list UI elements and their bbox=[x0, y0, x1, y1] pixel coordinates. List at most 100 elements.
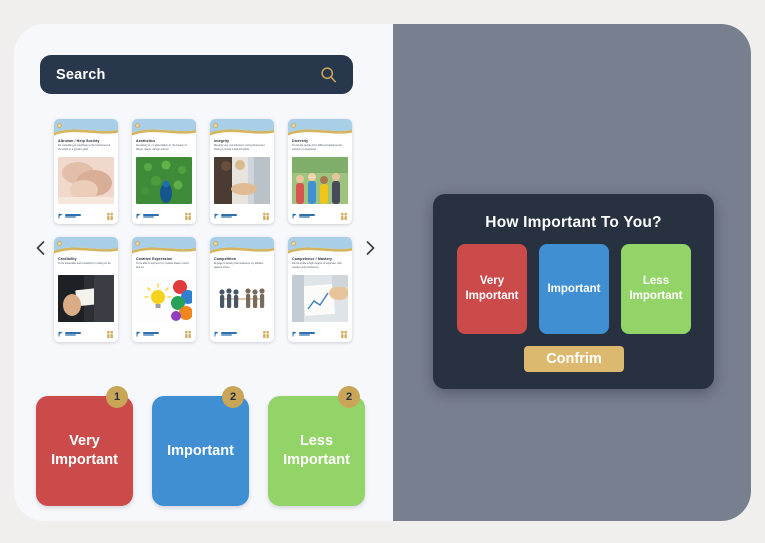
card-footer bbox=[210, 210, 274, 224]
bucket-label: Important bbox=[167, 442, 234, 459]
card-image-peacock bbox=[136, 156, 192, 204]
brand-logo bbox=[292, 331, 315, 337]
people-icon bbox=[340, 330, 348, 338]
card-footer bbox=[54, 210, 118, 224]
search-input[interactable] bbox=[56, 66, 320, 83]
chevron-right-icon[interactable] bbox=[359, 237, 381, 259]
card-title: Aesthetics bbox=[136, 138, 156, 143]
modal-overlay[interactable]: How Important To You? Very Important Impo… bbox=[393, 24, 751, 521]
brand-logo bbox=[214, 213, 237, 219]
value-card[interactable]: Credibility To be believable and trustwo… bbox=[54, 237, 118, 342]
card-image-group-of-people bbox=[292, 156, 348, 204]
card-title: Competence / Mastery bbox=[292, 256, 333, 261]
people-icon bbox=[184, 330, 192, 338]
bucket-count-badge: 2 bbox=[222, 386, 244, 408]
modal-option-group: Very Important Important Less Important bbox=[457, 244, 691, 334]
card-title: Integrity bbox=[214, 138, 230, 143]
option-very-important[interactable]: Very Important bbox=[457, 244, 527, 334]
option-less-important[interactable]: Less Important bbox=[621, 244, 691, 334]
card-image-holding-hands bbox=[58, 156, 114, 204]
brand-logo bbox=[214, 331, 237, 337]
card-description: To include people from different backgro… bbox=[292, 143, 343, 151]
card-logo-mark bbox=[291, 240, 296, 246]
value-card[interactable]: Aesthetics Sensitivity to, or appreciati… bbox=[132, 119, 196, 224]
value-card[interactable]: Competition Engage in activity that meas… bbox=[210, 237, 274, 342]
card-footer bbox=[132, 328, 196, 342]
bucket-drop-zone[interactable]: Less Important bbox=[268, 396, 365, 506]
card-logo-mark bbox=[213, 122, 218, 128]
bucket-count-badge: 2 bbox=[338, 386, 360, 408]
search-bar[interactable] bbox=[40, 55, 353, 94]
people-icon bbox=[262, 330, 270, 338]
bucket-count-badge: 1 bbox=[106, 386, 128, 408]
card-footer bbox=[288, 210, 352, 224]
card-description: To be believable and trustworthy in what… bbox=[58, 261, 111, 265]
card-logo-mark bbox=[213, 240, 218, 246]
bucket-drop-zone[interactable]: Very Important bbox=[36, 396, 133, 506]
card-title: Diversity bbox=[292, 138, 309, 143]
card-footer bbox=[132, 210, 196, 224]
card-image-lightbulb-colors bbox=[136, 274, 192, 322]
bucket-very-important[interactable]: 1 Very Important bbox=[36, 386, 136, 511]
card-footer bbox=[210, 328, 274, 342]
card-logo-mark bbox=[57, 240, 62, 246]
card-description: Do something to contribute to the better… bbox=[58, 143, 111, 151]
card-header-banner bbox=[288, 237, 352, 255]
app-root: Altruism / Help Society Do something to … bbox=[0, 0, 765, 543]
people-icon bbox=[184, 212, 192, 220]
bucket-label: Very Important bbox=[51, 433, 118, 468]
value-card[interactable]: Creative Expression To be able to expres… bbox=[132, 237, 196, 342]
main-panel: Altruism / Help Society Do something to … bbox=[14, 24, 751, 521]
chevron-left-icon[interactable] bbox=[30, 237, 52, 259]
card-image-handshake bbox=[214, 156, 270, 204]
bucket-important[interactable]: 2 Important bbox=[152, 386, 252, 511]
card-logo-mark bbox=[135, 240, 140, 246]
brand-logo bbox=[136, 213, 159, 219]
brand-logo bbox=[292, 213, 315, 219]
card-description: Sensitivity to, or appreciation of, the … bbox=[136, 143, 187, 151]
modal-title: How Important To You? bbox=[485, 214, 662, 231]
value-card[interactable]: Competence / Mastery Demonstrate a high … bbox=[288, 237, 352, 342]
card-footer bbox=[54, 328, 118, 342]
brand-logo bbox=[58, 331, 81, 337]
bucket-drop-zone[interactable]: Important bbox=[152, 396, 249, 506]
card-footer bbox=[288, 328, 352, 342]
brand-logo bbox=[58, 213, 81, 219]
card-header-banner bbox=[132, 119, 196, 137]
card-image-desk-charts bbox=[292, 274, 348, 322]
confirm-button[interactable]: Confrim bbox=[524, 346, 624, 372]
card-description: Engage in activity that measures my abil… bbox=[214, 261, 264, 269]
bucket-less-important[interactable]: 2 Less Important bbox=[268, 386, 368, 511]
card-header-banner bbox=[210, 237, 274, 255]
option-label: Less Important bbox=[629, 275, 683, 302]
importance-modal: How Important To You? Very Important Impo… bbox=[433, 194, 714, 389]
card-logo-mark bbox=[135, 122, 140, 128]
brand-logo bbox=[136, 331, 159, 337]
card-description: Demonstrate a high degree of expertise, … bbox=[292, 261, 342, 269]
value-card-grid: Altruism / Help Society Do something to … bbox=[54, 119, 359, 347]
search-icon[interactable] bbox=[320, 66, 337, 83]
value-card[interactable]: Altruism / Help Society Do something to … bbox=[54, 119, 118, 224]
card-title: Altruism / Help Society bbox=[58, 138, 100, 143]
card-logo-mark bbox=[291, 122, 296, 128]
people-icon bbox=[106, 330, 114, 338]
card-sorting-pane: Altruism / Help Society Do something to … bbox=[14, 24, 393, 521]
card-logo-mark bbox=[57, 122, 62, 128]
people-icon bbox=[106, 212, 114, 220]
card-image-tug-of-war bbox=[214, 274, 270, 322]
bucket-label: Less Important bbox=[283, 433, 350, 468]
people-icon bbox=[340, 212, 348, 220]
card-description: Meeting your commitments, being honest a… bbox=[214, 143, 265, 151]
card-header-banner bbox=[132, 237, 196, 255]
card-header-banner bbox=[54, 237, 118, 255]
value-card[interactable]: Integrity Meeting your commitments, bein… bbox=[210, 119, 274, 224]
card-header-banner bbox=[210, 119, 274, 137]
card-header-banner bbox=[288, 119, 352, 137]
people-icon bbox=[262, 212, 270, 220]
sorting-buckets: 1 Very Important 2 Important 2 Less Import… bbox=[36, 386, 381, 511]
card-description: To be able to express my creative ideas … bbox=[136, 261, 189, 269]
card-header-banner bbox=[54, 119, 118, 137]
value-card[interactable]: Diversity To include people from differe… bbox=[288, 119, 352, 224]
option-important[interactable]: Important bbox=[539, 244, 609, 334]
card-title: Competition bbox=[214, 256, 237, 261]
